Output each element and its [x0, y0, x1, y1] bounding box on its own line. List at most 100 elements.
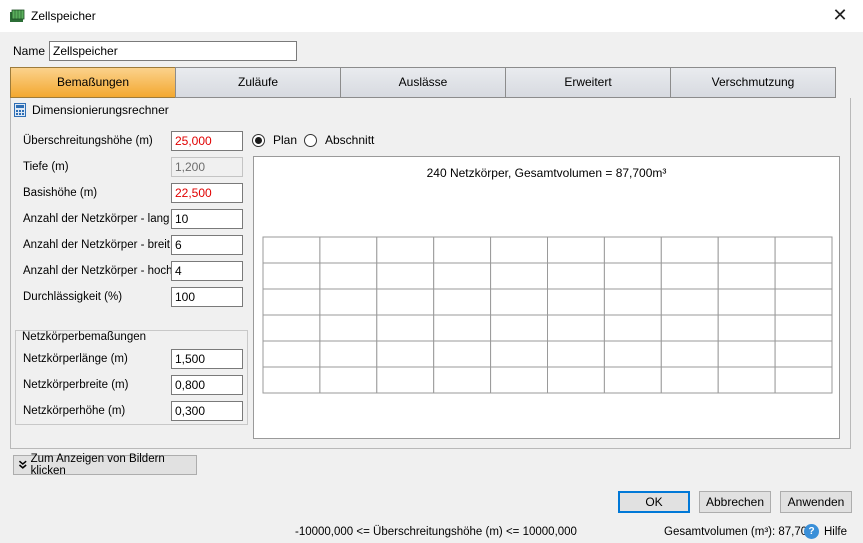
netzkoerper-cell	[774, 236, 833, 264]
show-images-button[interactable]: Zum Anzeigen von Bildern klicken	[13, 453, 197, 477]
netzkoerperhoehe-input[interactable]	[171, 401, 243, 421]
netzkoerperbreite-input[interactable]	[171, 375, 243, 395]
radio-abschnitt[interactable]: Abschnitt	[304, 133, 374, 147]
radio-abschnitt-label: Abschnitt	[325, 133, 375, 147]
tab-auslaesse[interactable]: Auslässe	[340, 67, 506, 98]
help-link[interactable]: Hilfe	[824, 526, 847, 538]
netzkoerper-cell	[603, 288, 662, 316]
apply-button[interactable]: Anwenden	[780, 491, 852, 513]
netzkoerper-cell	[774, 340, 833, 368]
name-input[interactable]	[49, 41, 297, 61]
radio-plan-button[interactable]	[252, 133, 265, 147]
netzkoerper-cell	[490, 314, 549, 342]
netzkoerper-cell	[490, 236, 549, 264]
radio-plan[interactable]: Plan	[252, 133, 297, 147]
radio-selected-dot	[255, 136, 262, 144]
netzkoerper-cell	[319, 236, 378, 264]
netzkoerper-cell	[774, 366, 833, 394]
netzkoerper-cell	[717, 340, 776, 368]
tab-erweitert[interactable]: Erweitert	[505, 67, 671, 98]
anzahl-hoch-label: Anzahl der Netzkörper - hoch	[23, 265, 173, 277]
netzkoerper-cell	[376, 288, 435, 316]
netzkoerper-cell	[319, 288, 378, 316]
show-images-label: Zum Anzeigen von Bildern klicken	[30, 453, 165, 477]
anzahl-breit-label: Anzahl der Netzkörper - breit	[23, 239, 171, 251]
netzkoerper-cell	[603, 236, 662, 264]
netzkoerper-cell	[490, 288, 549, 316]
netzkoerper-cell	[660, 288, 719, 316]
netzkoerper-cell	[376, 366, 435, 394]
netzkoerper-cell	[717, 288, 776, 316]
netzkoerper-cell	[490, 262, 549, 290]
groupbox-title: Netzkörperbemaßungen	[20, 331, 149, 343]
double-chevron-down-icon	[18, 460, 27, 469]
basishoehe-label: Basishöhe (m)	[23, 187, 98, 199]
netzkoerperlaenge-input[interactable]	[171, 349, 243, 369]
anzahl-breit-input[interactable]	[171, 235, 243, 255]
radio-plan-label: Plan	[273, 133, 298, 147]
netzkoerper-cell	[262, 236, 321, 264]
netzkoerper-cell	[774, 262, 833, 290]
netzkoerper-cell	[660, 340, 719, 368]
netzkoerper-cell	[433, 288, 492, 316]
netzkoerper-cell	[490, 340, 549, 368]
ok-button[interactable]: OK	[618, 491, 690, 513]
netzkoerper-cell	[717, 366, 776, 394]
window-title: Zellspeicher	[31, 9, 96, 23]
netzkoerper-cell	[433, 340, 492, 368]
help-icon[interactable]: ?	[804, 524, 819, 539]
netzkoerper-cell	[717, 314, 776, 342]
status-range: -10000,000 <= Überschreitungshöhe (m) <=…	[295, 526, 577, 538]
basishoehe-input[interactable]	[171, 183, 243, 203]
durchlaessigkeit-input[interactable]	[171, 287, 243, 307]
netzkoerper-cell	[603, 340, 662, 368]
netzkoerperhoehe-label: Netzkörperhöhe (m)	[23, 405, 126, 417]
netzkoerper-cell	[774, 288, 833, 316]
ueberschreitungshoehe-label: Überschreitungshöhe (m)	[23, 135, 153, 147]
netzkoerper-cell	[660, 262, 719, 290]
netzkoerper-cell	[376, 262, 435, 290]
status-volume: Gesamtvolumen (m³): 87,700	[664, 526, 814, 538]
netzkoerper-cell	[547, 314, 605, 342]
netzkoerper-cell	[774, 314, 833, 342]
netzkoerper-cell	[376, 340, 435, 368]
netzkoerper-cell	[660, 366, 719, 394]
section-header: Dimensionierungsrechner	[14, 103, 169, 117]
netzkoerper-cell	[603, 262, 662, 290]
tab-zulaeufe[interactable]: Zuläufe	[175, 67, 341, 98]
netzkoerperbreite-label: Netzkörperbreite (m)	[23, 379, 129, 391]
tab-bemassungen[interactable]: Bemaßungen	[10, 67, 176, 98]
anzahl-lang-input[interactable]	[171, 209, 243, 229]
ueberschreitungshoehe-input[interactable]	[171, 131, 243, 151]
netzkoerper-cell	[319, 340, 378, 368]
netzkoerperlaenge-label: Netzkörperlänge (m)	[23, 353, 128, 365]
netzkoerper-cell	[262, 288, 321, 316]
netzkoerper-cell	[433, 236, 492, 264]
netzkoerper-cell	[547, 340, 605, 368]
netzkoerper-cell	[376, 236, 435, 264]
netzkoerper-cell	[717, 236, 776, 264]
netzkoerper-cell	[660, 314, 719, 342]
radio-abschnitt-button[interactable]	[304, 133, 317, 147]
anzahl-lang-label: Anzahl der Netzkörper - lang	[23, 213, 170, 225]
cancel-button[interactable]: Abbrechen	[699, 491, 771, 513]
netzkoerper-cell	[433, 366, 492, 394]
netzkoerper-cell	[319, 262, 378, 290]
close-icon[interactable]: ✕	[817, 0, 863, 32]
netzkoerper-cell	[660, 236, 719, 264]
tiefe-label: Tiefe (m)	[23, 161, 69, 173]
netzkoerper-cell	[547, 262, 605, 290]
netzkoerper-cell	[319, 314, 378, 342]
tiefe-input	[171, 157, 243, 177]
netzkoerper-cell	[547, 236, 605, 264]
name-label: Name	[13, 44, 46, 58]
calculator-icon	[14, 103, 26, 117]
tab-bar: Bemaßungen Zuläufe Auslässe Erweitert Ve…	[10, 67, 836, 98]
netzkoerper-cell	[262, 366, 321, 394]
netzkoerper-cell	[603, 366, 662, 394]
title-bar	[0, 0, 863, 32]
netzkoerper-cell	[547, 288, 605, 316]
netzkoerper-cell	[433, 262, 492, 290]
anzahl-hoch-input[interactable]	[171, 261, 243, 281]
tab-verschmutzung[interactable]: Verschmutzung	[670, 67, 836, 98]
